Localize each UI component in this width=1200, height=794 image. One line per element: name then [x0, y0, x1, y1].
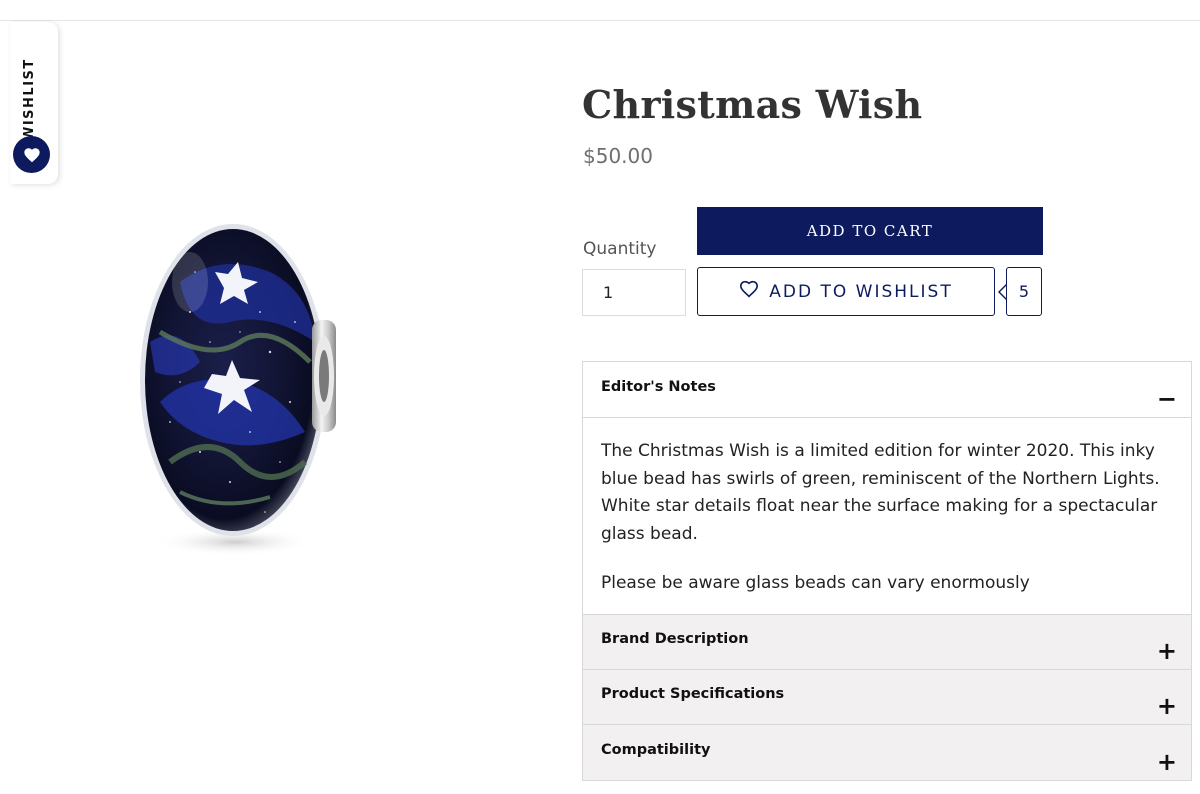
accordion-title: Compatibility: [601, 741, 711, 758]
wishlist-count-badge: 5: [1006, 267, 1042, 316]
heart-icon: [13, 136, 50, 173]
accordion-title: Product Specifications: [601, 686, 785, 702]
accordion-header-compatibility[interactable]: Compatibility +: [583, 725, 1191, 780]
wishlist-side-tab[interactable]: WISHLIST: [10, 22, 58, 184]
quantity-label: Quantity: [583, 239, 657, 259]
collapse-icon[interactable]: −: [1157, 387, 1177, 411]
top-divider: [0, 20, 1200, 21]
product-image: [120, 212, 360, 562]
wishlist-tab-label: WISHLIST: [22, 58, 37, 142]
accordion-title: Brand Description: [601, 631, 749, 647]
add-to-wishlist-button[interactable]: ADD TO WISHLIST: [697, 267, 995, 316]
product-price: $50.00: [583, 144, 653, 168]
accordion-body-editors-notes: The Christmas Wish is a limited edition …: [583, 418, 1191, 615]
accordion-header-product-specifications[interactable]: Product Specifications +: [583, 670, 1191, 725]
accordion-header-brand-description[interactable]: Brand Description +: [583, 615, 1191, 670]
add-to-wishlist-label: ADD TO WISHLIST: [769, 281, 953, 302]
product-title: Christmas Wish: [582, 82, 923, 127]
product-info-accordion: Editor's Notes − The Christmas Wish is a…: [582, 361, 1192, 781]
add-to-cart-button[interactable]: ADD TO CART: [697, 207, 1043, 255]
quantity-input[interactable]: [582, 269, 686, 316]
accordion-title: Editor's Notes: [601, 378, 716, 395]
heart-outline-icon: [739, 280, 759, 303]
accordion-header-editors-notes[interactable]: Editor's Notes −: [583, 362, 1191, 418]
editors-notes-paragraph: Please be aware glass beads can vary eno…: [601, 573, 1030, 593]
editors-notes-paragraph: The Christmas Wish is a limited edition …: [601, 441, 1160, 544]
expand-icon[interactable]: +: [1157, 639, 1177, 663]
expand-icon[interactable]: +: [1157, 750, 1177, 774]
expand-icon[interactable]: +: [1157, 694, 1177, 718]
